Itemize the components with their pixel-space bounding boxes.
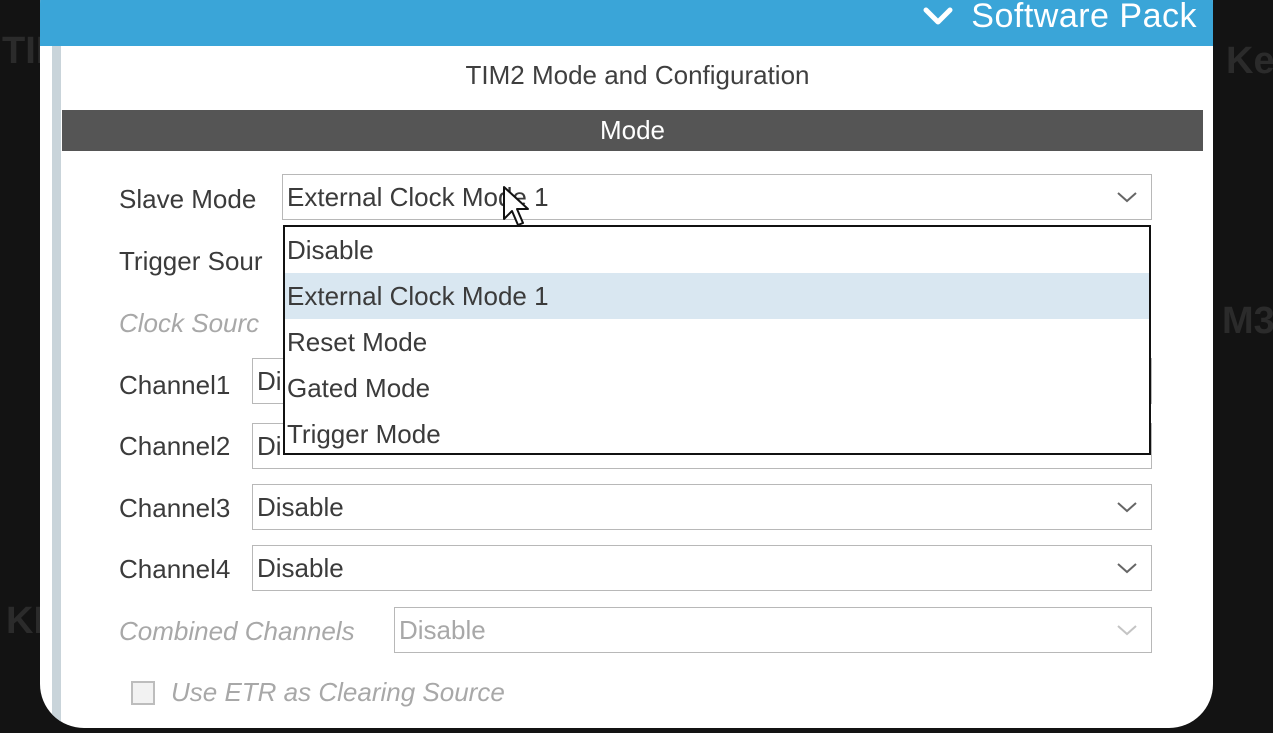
software-packs-label: Software Pack bbox=[971, 0, 1197, 35]
chevron-down-icon bbox=[1117, 625, 1137, 636]
use-etr-checkbox[interactable] bbox=[131, 681, 155, 705]
combined-channels-value: Disable bbox=[399, 615, 486, 645]
software-packs-menu[interactable]: Software Pack bbox=[923, 0, 1197, 36]
combined-channels-select[interactable]: Disable bbox=[394, 607, 1152, 653]
dropdown-option-disable[interactable]: Disable bbox=[285, 227, 1149, 273]
channel2-label: Channel2 bbox=[119, 431, 231, 461]
dropdown-option-trigger-mode[interactable]: Trigger Mode bbox=[285, 411, 1149, 457]
channel2-value: Di bbox=[257, 431, 282, 461]
dropdown-option-reset-mode[interactable]: Reset Mode bbox=[285, 319, 1149, 365]
chevron-down-icon bbox=[1117, 502, 1137, 513]
channel3-label: Channel3 bbox=[119, 493, 231, 523]
dropdown-option-external-clock-mode-1[interactable]: External Clock Mode 1 bbox=[285, 273, 1149, 319]
chevron-down-icon bbox=[923, 7, 953, 25]
trigger-source-label: Trigger Sour bbox=[119, 246, 263, 276]
dropdown-option-gated-mode[interactable]: Gated Mode bbox=[285, 365, 1149, 411]
panel-title: TIM2 Mode and Configuration bbox=[465, 60, 810, 90]
chevron-down-icon bbox=[1117, 563, 1137, 574]
slave-mode-dropdown-list: Disable External Clock Mode 1 Reset Mode… bbox=[283, 225, 1151, 455]
channel4-value: Disable bbox=[257, 553, 344, 583]
mouse-cursor-icon bbox=[503, 186, 529, 226]
channel3-value: Disable bbox=[257, 492, 344, 522]
panel-left-border bbox=[52, 46, 61, 728]
channel1-label: Channel1 bbox=[119, 370, 231, 400]
use-etr-label: Use ETR as Clearing Source bbox=[171, 677, 505, 707]
background-watermark: Key bbox=[1226, 40, 1273, 82]
channel3-select[interactable]: Disable bbox=[252, 484, 1152, 530]
chevron-down-icon bbox=[1117, 192, 1137, 203]
slave-mode-label: Slave Mode bbox=[119, 184, 257, 214]
top-bar: Software Pack bbox=[40, 0, 1213, 46]
background-watermark: M32 bbox=[1222, 300, 1273, 342]
clock-source-label: Clock Sourc bbox=[119, 308, 260, 338]
channel1-value: Di bbox=[257, 366, 282, 396]
channel4-label: Channel4 bbox=[119, 554, 231, 584]
channel4-select[interactable]: Disable bbox=[252, 545, 1152, 591]
slave-mode-select[interactable]: External Clock Mode 1 bbox=[282, 174, 1152, 220]
mode-section-header[interactable]: Mode bbox=[62, 110, 1203, 151]
app-window: Software Pack TIM2 Mode and Configuratio… bbox=[40, 0, 1213, 728]
combined-channels-label: Combined Channels bbox=[119, 616, 355, 646]
